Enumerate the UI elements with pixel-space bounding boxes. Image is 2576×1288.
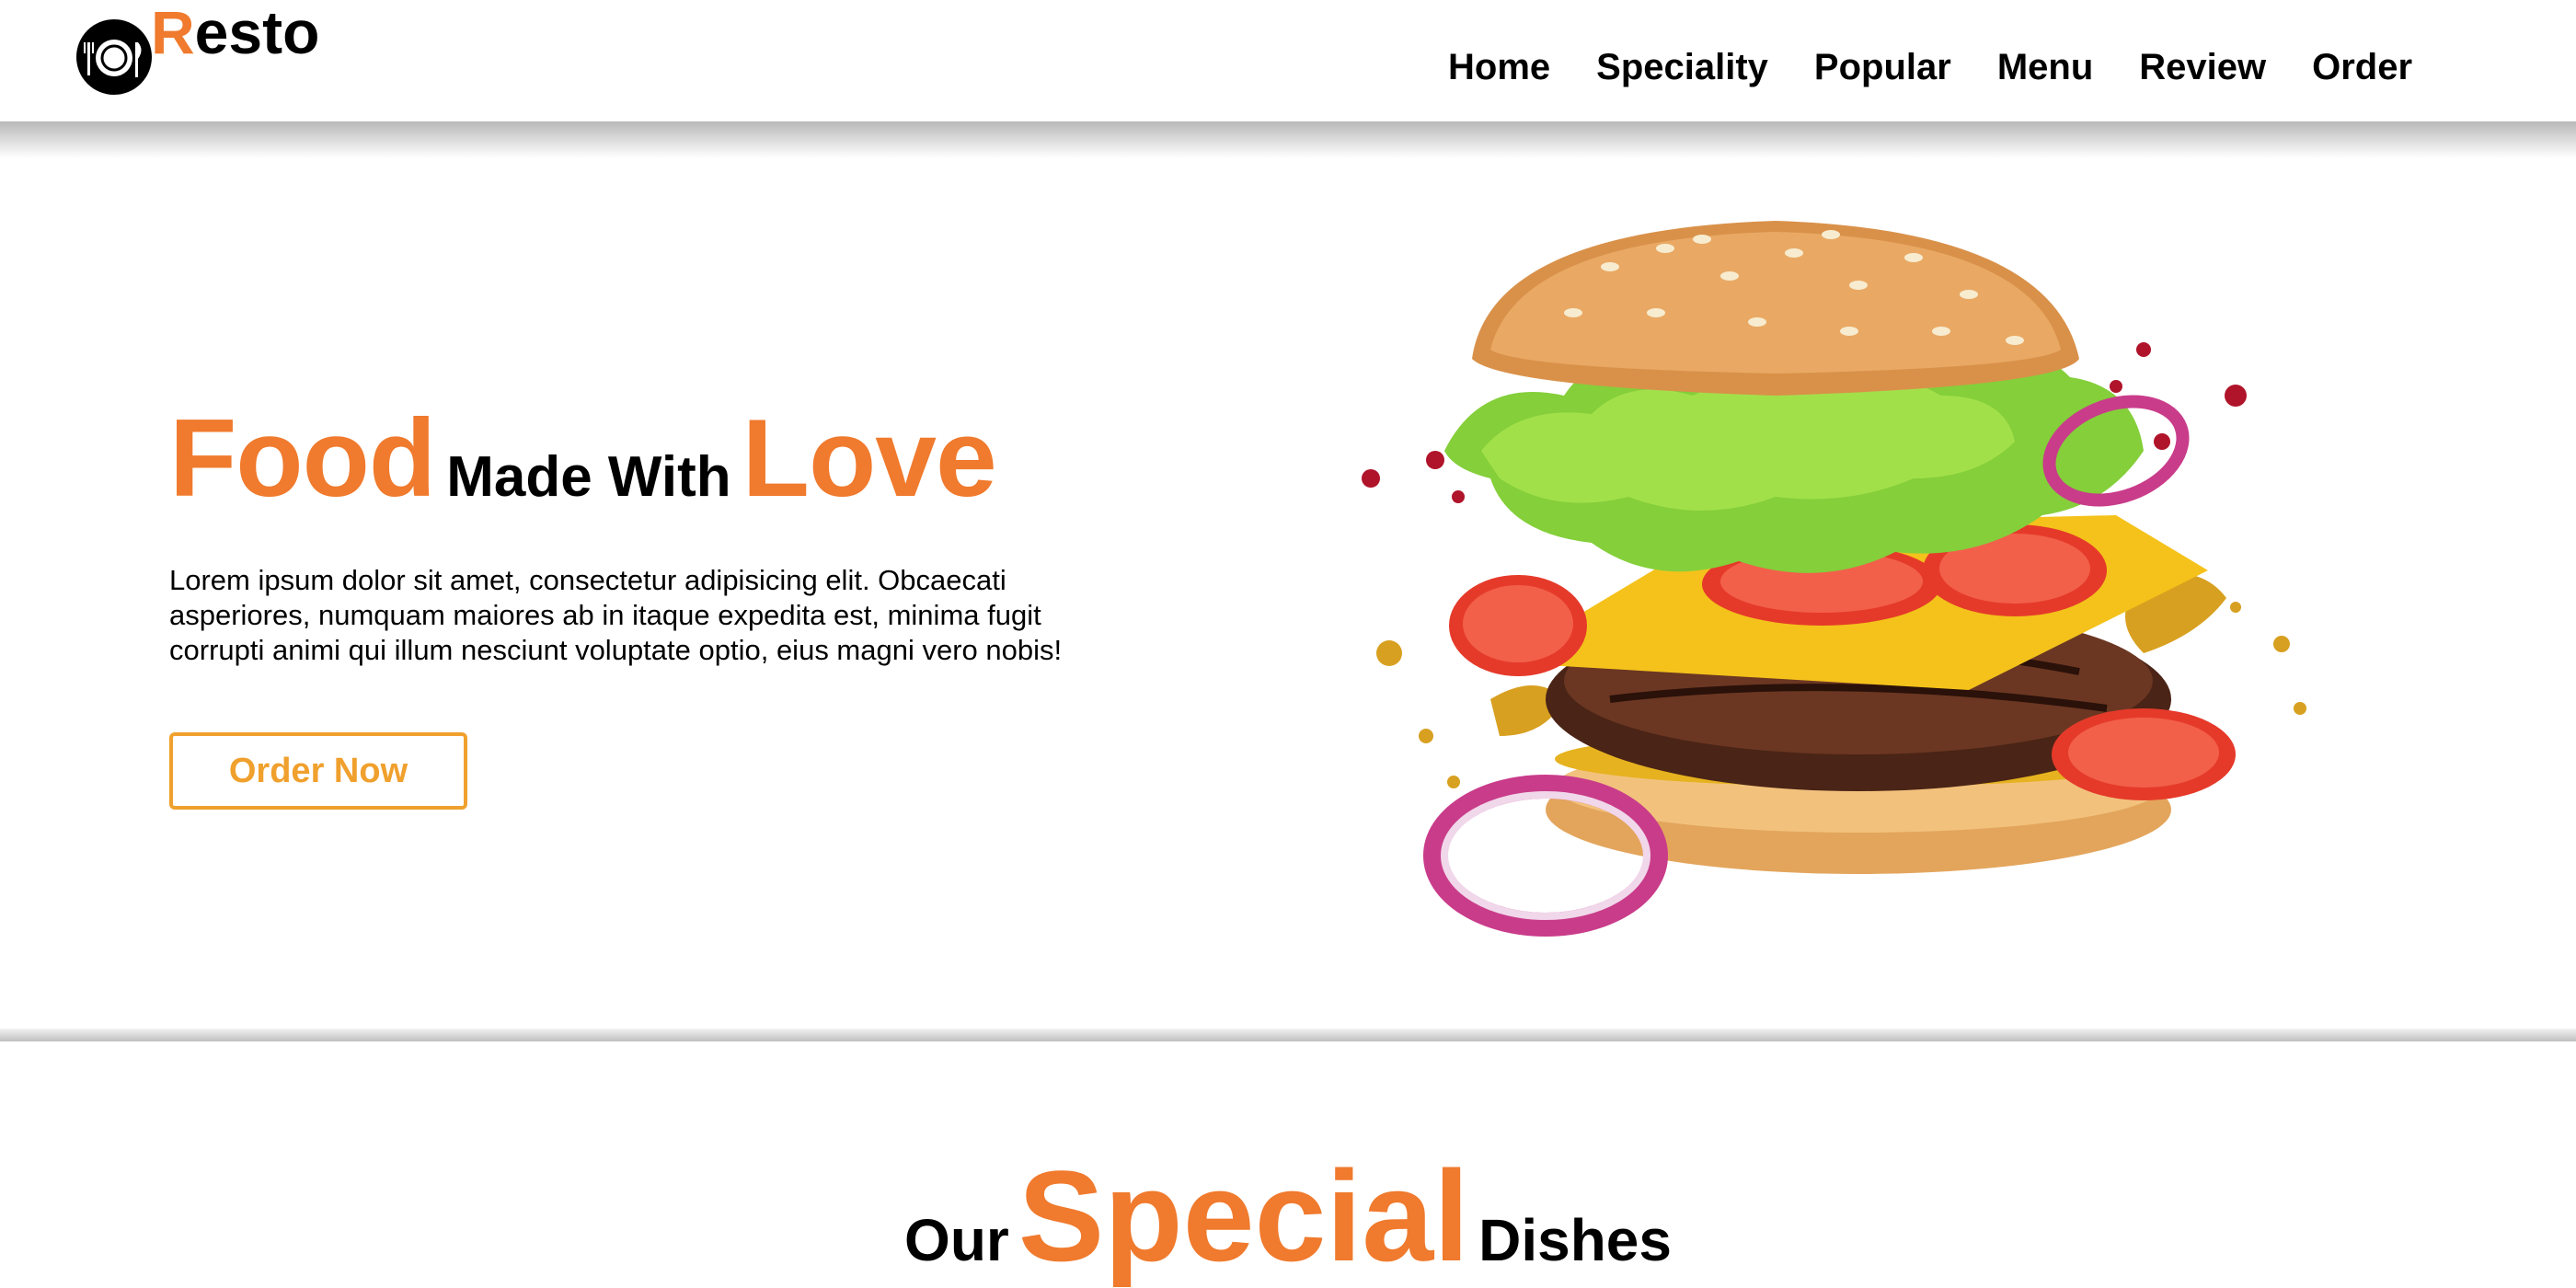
- brand-name: Resto: [151, 0, 320, 66]
- order-now-button[interactable]: Order Now: [169, 732, 467, 810]
- hero-title: Food Made With Love: [169, 403, 997, 513]
- section-divider: [0, 1029, 2576, 1041]
- nav-menu[interactable]: Menu: [1997, 42, 2093, 92]
- header-shadow: [0, 121, 2576, 158]
- hero-title-middle: Made With: [446, 445, 731, 509]
- hero-title-love: Love: [742, 397, 997, 520]
- nav-order[interactable]: Order: [2312, 42, 2412, 92]
- site-header: Resto Home Speciality Popular Menu Revie…: [0, 0, 2576, 121]
- special-heading-suffix: Dishes: [1478, 1207, 1672, 1273]
- nav-popular[interactable]: Popular: [1814, 42, 1951, 92]
- nav-home[interactable]: Home: [1448, 42, 1550, 92]
- hero-title-food: Food: [169, 397, 436, 520]
- special-dishes-heading: OurSpecial Dishes: [0, 1152, 2576, 1281]
- nav-speciality[interactable]: Speciality: [1596, 42, 1768, 92]
- plate-cutlery-icon: [76, 19, 152, 95]
- nav-review[interactable]: Review: [2139, 42, 2266, 92]
- special-heading-prefix: Our: [904, 1207, 1009, 1273]
- main-nav: Home Speciality Popular Menu Review Orde…: [1448, 42, 2458, 92]
- hero-description: Lorem ipsum dolor sit amet, consectetur …: [169, 564, 1063, 666]
- burger-image: [1362, 221, 2306, 937]
- special-heading-highlight: Special: [1018, 1144, 1470, 1288]
